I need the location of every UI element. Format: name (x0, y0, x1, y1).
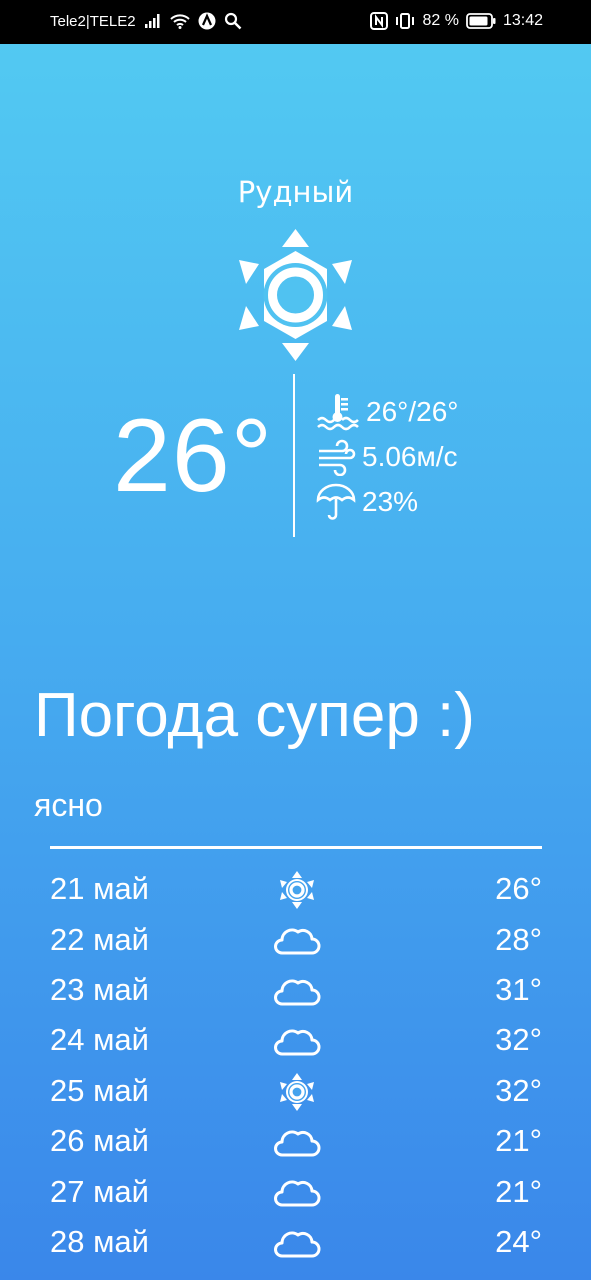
forecast-temperature: 24° (495, 1223, 542, 1259)
horizontal-divider (50, 846, 542, 849)
battery-icon (466, 13, 496, 29)
forecast-date: 25 май (50, 1072, 149, 1108)
forecast-row: 26 май 21° (50, 1116, 542, 1166)
forecast-row: 28 май 24° (50, 1217, 542, 1267)
current-temperature: 26° (113, 398, 274, 514)
forecast-temperature: 31° (495, 971, 542, 1007)
umbrella-icon (316, 483, 356, 520)
status-right: 82 % 13:42 (363, 12, 543, 30)
wind-value: 5.06м/с (362, 441, 458, 472)
vibrate-icon (396, 13, 415, 29)
battery-percent: 82 % (422, 12, 459, 29)
forecast-temperature: 21° (495, 1123, 542, 1159)
weather-screen: Рудный 26° 26°/26° 5.06м/с 23% Погода су… (0, 44, 591, 1280)
forecast-temperature: 32° (495, 1072, 542, 1108)
clock: 13:42 (502, 12, 543, 29)
forecast-row: 25 май 32° (50, 1066, 542, 1116)
forecast-row: 27 май 21° (50, 1166, 542, 1216)
forecast-date: 22 май (50, 921, 149, 957)
city-name: Рудный (237, 175, 354, 209)
precipitation-value: 23% (362, 486, 419, 517)
weather-mood-text: Погода супер :) (34, 681, 475, 750)
feels-like-row: 26°/26° (316, 392, 458, 432)
forecast-date: 28 май (50, 1223, 149, 1259)
cloud-icon (274, 928, 321, 955)
wind-row: 5.06м/с (316, 437, 458, 477)
signal-icon (144, 14, 160, 28)
weather-description: ясно (34, 787, 103, 823)
cloud-icon (274, 979, 321, 1006)
forecast-date: 24 май (50, 1022, 149, 1058)
sun-icon (278, 1071, 316, 1112)
feels-like-value: 26°/26° (366, 396, 459, 427)
forecast-row: 21 май 26° (50, 864, 542, 914)
forecast-temperature: 21° (495, 1173, 542, 1209)
app-notification-icon (198, 12, 216, 30)
precipitation-row: 23% (316, 482, 418, 522)
vertical-divider (293, 374, 295, 537)
forecast-row: 23 май 31° (50, 965, 542, 1015)
forecast-date: 21 май (50, 871, 149, 907)
status-bar: Tele2|TELE2 82 % 13:42 (0, 0, 591, 44)
nfc-icon (370, 12, 389, 30)
search-icon (224, 12, 242, 30)
forecast-list: 21 май 26° 22 май 28° 23 май 31° 24 май 32° 25 м… (50, 864, 542, 1267)
cloud-icon (274, 1029, 321, 1056)
cloud-icon (274, 1180, 321, 1207)
forecast-temperature: 26° (495, 871, 542, 907)
forecast-row: 22 май 28° (50, 914, 542, 964)
carrier-label: Tele2|TELE2 (50, 12, 136, 30)
forecast-date: 23 май (50, 971, 149, 1007)
thermometer-water-icon (317, 394, 359, 431)
forecast-date: 27 май (50, 1173, 149, 1209)
forecast-row: 24 май 32° (50, 1015, 542, 1065)
wind-icon (319, 439, 356, 476)
status-left: Tele2|TELE2 (50, 12, 242, 30)
forecast-date: 26 май (50, 1123, 149, 1159)
cloud-icon (274, 1231, 321, 1258)
sun-icon (278, 870, 316, 910)
forecast-temperature: 32° (495, 1022, 542, 1058)
cloud-icon (274, 1130, 321, 1157)
forecast-temperature: 28° (495, 921, 542, 957)
sun-icon (239, 229, 352, 361)
wifi-icon (169, 14, 190, 29)
